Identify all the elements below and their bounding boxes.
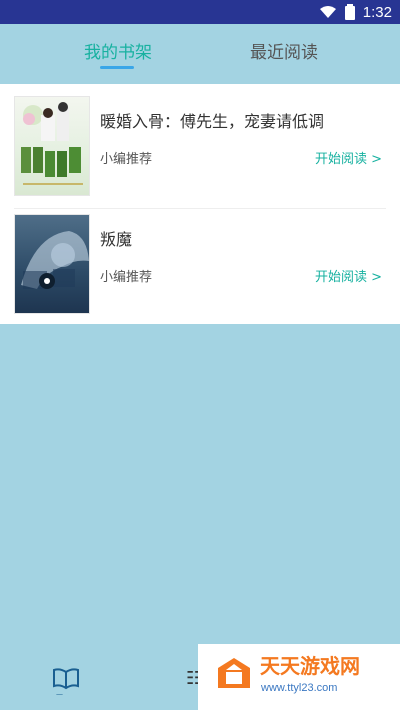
list-item[interactable]: 叛魔 小编推荐 开始阅读 > (0, 208, 400, 328)
book-subtitle: 小编推荐 (100, 152, 153, 167)
start-reading-button[interactable]: 开始阅读 > (315, 148, 382, 167)
status-bar: 1:32 (0, 0, 400, 24)
tab-my-bookshelf[interactable]: 我的书架 (84, 38, 152, 63)
tab-active-indicator (100, 66, 134, 69)
book-subtitle: 小编推荐 (100, 270, 153, 285)
watermark-url: www.ttyl23.com (261, 682, 338, 694)
watermark-logo (218, 658, 250, 688)
battery-icon (344, 4, 355, 20)
watermark-title: 天天游戏网 (260, 654, 360, 678)
start-reading-button[interactable]: 开始阅读 > (315, 266, 382, 285)
book-cover[interactable] (14, 214, 90, 314)
book-title[interactable]: 叛魔 (100, 226, 132, 250)
list-item[interactable]: 暖婚入骨：傅先生，宠妻请低调 小编推荐 开始阅读 > (0, 90, 400, 210)
book-list: 暖婚入骨：傅先生，宠妻请低调 小编推荐 开始阅读 > 叛魔 小编推荐 开始阅读 … (0, 84, 400, 324)
status-icons: 1:32 (319, 0, 392, 24)
tab-recent-reading[interactable]: 最近阅读 (250, 38, 318, 63)
status-time: 1:32 (362, 3, 392, 21)
wifi-icon (319, 6, 336, 18)
watermark: 天天游戏网 www.ttyl23.com (198, 644, 400, 710)
book-title[interactable]: 暖婚入骨：傅先生，宠妻请低调 (100, 108, 324, 132)
book-icon[interactable] (52, 666, 80, 690)
book-cover[interactable] (14, 96, 90, 196)
nav-label: — (56, 690, 63, 698)
top-tabs: 我的书架 最近阅读 (0, 24, 400, 82)
